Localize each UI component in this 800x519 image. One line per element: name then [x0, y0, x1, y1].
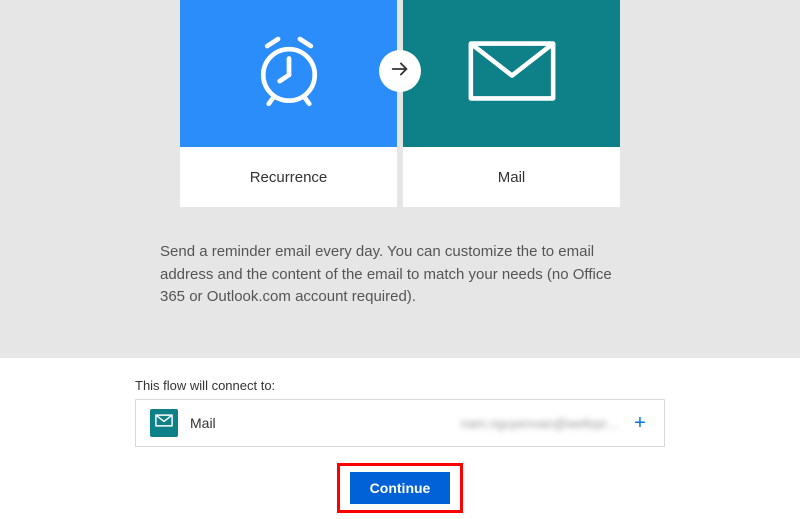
continue-button[interactable]: Continue [350, 472, 451, 504]
tile-recurrence-icon-area [180, 0, 397, 147]
arrow-right-icon [389, 58, 411, 85]
template-description: Send a reminder email every day. You can… [160, 241, 640, 309]
envelope-icon [155, 414, 173, 432]
connection-mail-icon [150, 409, 178, 437]
connection-service-name: Mail [190, 415, 310, 431]
tile-recurrence-label: Recurrence [180, 147, 397, 207]
connection-account: nam.nguyenvan@wellspr… [310, 416, 630, 431]
plus-icon: + [634, 412, 646, 434]
connections-section: This flow will connect to: Mail nam.nguy… [0, 358, 800, 513]
tile-mail-icon-area [403, 0, 620, 147]
connection-row-mail[interactable]: Mail nam.nguyenvan@wellspr… + [135, 399, 665, 447]
connections-heading: This flow will connect to: [135, 378, 665, 393]
tile-mail-label: Mail [403, 147, 620, 207]
connector-tiles: Recurrence Mail [0, 0, 800, 207]
flow-arrow [379, 50, 421, 92]
alarm-clock-icon [250, 32, 328, 115]
envelope-icon [466, 39, 558, 108]
highlight-annotation: Continue [337, 463, 464, 513]
template-overview-section: Recurrence Mail Send [0, 0, 800, 358]
tile-recurrence[interactable]: Recurrence [180, 0, 397, 207]
tile-mail[interactable]: Mail [403, 0, 620, 207]
add-connection-button[interactable]: + [630, 413, 650, 433]
